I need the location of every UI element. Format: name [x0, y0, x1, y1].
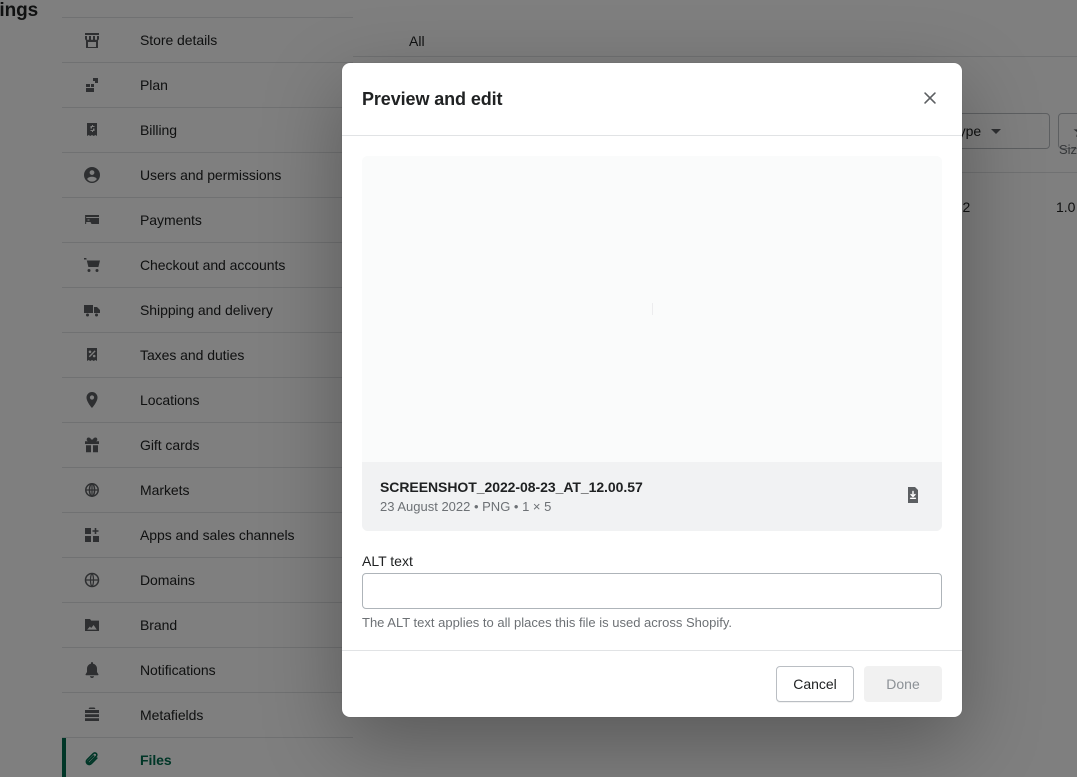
screen: settings Store details Plan Billin	[0, 0, 1077, 777]
close-button[interactable]	[914, 83, 946, 115]
image-preview-area	[362, 156, 942, 462]
file-preview-card: SCREENSHOT_2022-08-23_AT_12.00.57 23 Aug…	[362, 156, 942, 531]
download-file-icon	[903, 485, 923, 508]
file-meta-text: SCREENSHOT_2022-08-23_AT_12.00.57 23 Aug…	[380, 479, 900, 514]
file-details: 23 August 2022 • PNG • 1 × 5	[380, 499, 552, 514]
modal-footer: Cancel Done	[342, 650, 962, 717]
modal-header: Preview and edit	[342, 63, 962, 136]
preview-and-edit-modal: Preview and edit SCREENSHOT_2022-08-23_A…	[342, 63, 962, 717]
cancel-button[interactable]: Cancel	[776, 666, 854, 702]
file-name: SCREENSHOT_2022-08-23_AT_12.00.57	[380, 479, 643, 495]
done-button[interactable]: Done	[864, 666, 942, 702]
alt-text-field-group: ALT text The ALT text applies to all pla…	[362, 553, 942, 630]
alt-text-input[interactable]	[362, 573, 942, 609]
modal-body: SCREENSHOT_2022-08-23_AT_12.00.57 23 Aug…	[342, 136, 962, 650]
alt-text-label: ALT text	[362, 553, 413, 569]
alt-text-help: The ALT text applies to all places this …	[362, 615, 732, 630]
close-icon	[921, 89, 939, 110]
modal-title: Preview and edit	[362, 88, 503, 109]
download-button[interactable]	[900, 484, 926, 510]
file-meta-bar: SCREENSHOT_2022-08-23_AT_12.00.57 23 Aug…	[362, 462, 942, 531]
preview-image	[651, 303, 653, 315]
